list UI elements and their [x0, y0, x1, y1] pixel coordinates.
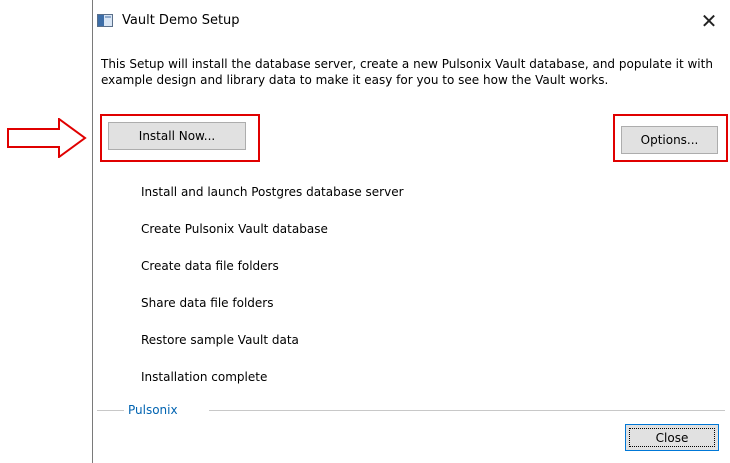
- window-app-icon: [97, 14, 113, 27]
- setup-dialog-window: Vault Demo Setup ✕ This Setup will insta…: [92, 0, 730, 463]
- step-item: Create data file folders: [141, 259, 279, 273]
- intro-text: This Setup will install the database ser…: [101, 57, 713, 87]
- window-title: Vault Demo Setup: [122, 13, 240, 28]
- close-button[interactable]: Close: [625, 424, 719, 451]
- screenshot-stage: Vault Demo Setup ✕ This Setup will insta…: [0, 0, 730, 463]
- group-divider-right: [209, 410, 725, 411]
- pulsonix-group-label: Pulsonix: [128, 403, 178, 417]
- close-button-label: Close: [655, 430, 689, 445]
- options-button[interactable]: Options...: [621, 126, 718, 154]
- step-item: Installation complete: [141, 370, 268, 384]
- step-item: Install and launch Postgres database ser…: [141, 185, 404, 199]
- install-now-button[interactable]: Install Now...: [108, 122, 246, 150]
- step-item: Restore sample Vault data: [141, 333, 299, 347]
- step-item: Create Pulsonix Vault database: [141, 222, 328, 236]
- step-item: Share data file folders: [141, 296, 274, 310]
- annotation-arrow-icon: [7, 118, 87, 158]
- close-icon[interactable]: ✕: [697, 9, 721, 33]
- title-bar: Vault Demo Setup ✕: [93, 0, 730, 42]
- group-divider-left: [97, 410, 124, 411]
